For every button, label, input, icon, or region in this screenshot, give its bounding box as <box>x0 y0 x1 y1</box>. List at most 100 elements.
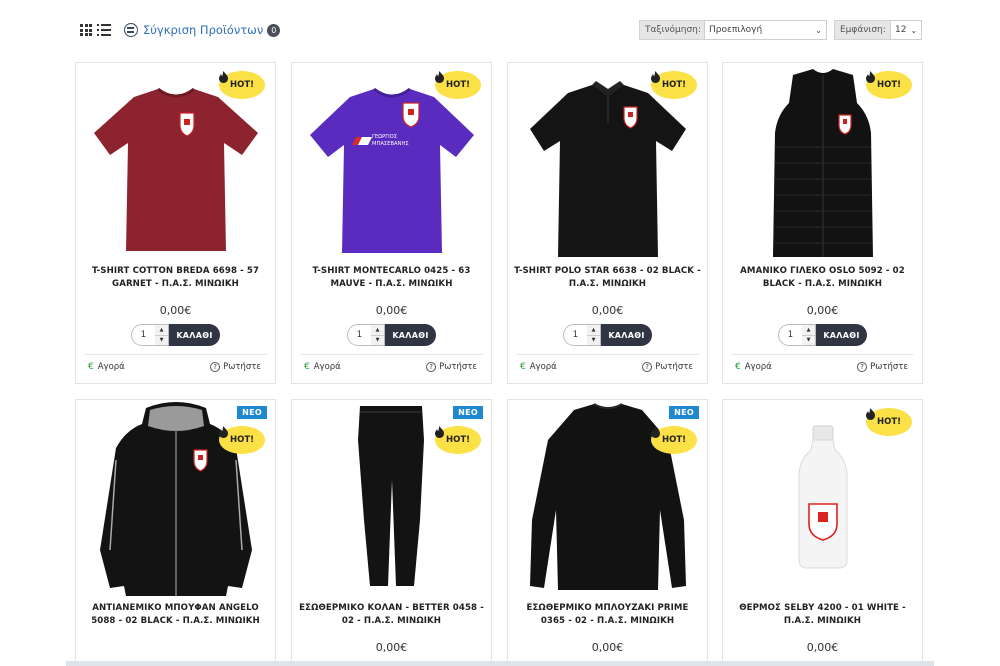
quantity-input[interactable]: 1 <box>778 324 802 346</box>
product-card: ΝΕΟ HOT! ΕΣΩΘΕΡΜΙΚΟ ΜΠΛΟΥΖΑΚΙ PRIME 0365… <box>507 399 708 666</box>
hot-label: HOT! <box>445 80 470 90</box>
ask-label: Ρωτήστε <box>870 361 908 372</box>
product-image[interactable]: HOT! <box>723 63 922 259</box>
increase-qty-button[interactable]: ▲ <box>587 325 600 335</box>
increase-qty-button[interactable]: ▲ <box>802 325 815 335</box>
product-price: 0,00€ <box>591 304 624 317</box>
add-to-cart-button[interactable]: ΚΑΛΑΘΙ <box>601 324 652 346</box>
buy-link[interactable]: € Αγορά <box>84 362 125 372</box>
product-image[interactable]: ΓΕΩΡΓΙΟΣ ΜΠΑΣΕΒΑΝΗΣ HOT! <box>292 63 491 259</box>
product-image[interactable]: ΝΕΟ HOT! <box>508 400 707 596</box>
quantity-input[interactable]: 1 <box>347 324 371 346</box>
product-title[interactable]: ΑΝΤΙΑΝΕΜΙΚΟ ΜΠΟΥΦΑΝ ANGELO 5088 - 02 BLA… <box>82 602 269 628</box>
sort-label: Ταξινόμηση: <box>639 20 704 40</box>
product-toolbar: Σύγκριση Προϊόντων 0 Ταξινόμηση: Προεπιλ… <box>76 18 924 42</box>
hot-label: HOT! <box>229 435 254 445</box>
list-view-icon[interactable] <box>97 24 111 36</box>
sort-control: Ταξινόμηση: Προεπιλογή ⌄ <box>639 20 827 40</box>
buy-link[interactable]: € Αγορά <box>731 362 772 372</box>
product-image[interactable]: ΝΕΟ HOT! <box>76 400 275 596</box>
new-badge: ΝΕΟ <box>453 406 483 419</box>
ask-label: Ρωτήστε <box>223 361 261 372</box>
question-icon: ? <box>426 361 437 372</box>
show-select[interactable]: 12 ⌄ <box>890 20 922 40</box>
product-image[interactable]: HOT! <box>76 63 275 259</box>
add-to-cart-row: 1 ▲ ▼ ΚΑΛΑΘΙ <box>131 324 220 346</box>
product-title[interactable]: ΕΣΩΘΕΡΜΙΚΟ ΜΠΛΟΥΖΑΚΙ PRIME 0365 - 02 - Π… <box>514 602 701 628</box>
decrease-qty-button[interactable]: ▼ <box>587 334 600 346</box>
sort-select[interactable]: Προεπιλογή ⌄ <box>704 20 827 40</box>
product-image[interactable]: HOT! <box>723 400 922 596</box>
product-title[interactable]: ΘΕΡΜΟΣ SELBY 4200 - 01 WHITE - Π.Α.Σ. ΜΙ… <box>729 602 916 628</box>
print-line-2: ΜΠΑΣΕΒΑΝΗΣ <box>372 141 409 147</box>
quantity-input[interactable]: 1 <box>131 324 155 346</box>
add-to-cart-row: 1 ▲ ▼ ΚΑΛΑΘΙ <box>563 324 652 346</box>
hot-badge: HOT! <box>651 71 697 99</box>
increase-qty-button[interactable]: ▲ <box>371 325 384 335</box>
product-card: ΝΕΟ HOT! ΑΝΤΙΑΝΕΜΙΚΟ ΜΠΟΥΦΑΝ ANGELO 5088… <box>75 399 276 666</box>
hot-badge: HOT! <box>219 426 265 454</box>
increase-qty-button[interactable]: ▲ <box>155 325 168 335</box>
add-to-cart-button[interactable]: ΚΑΛΑΘΙ <box>169 324 220 346</box>
question-icon: ? <box>857 361 868 372</box>
compare-products-link[interactable]: Σύγκριση Προϊόντων 0 <box>124 21 281 39</box>
buy-label: Αγορά <box>529 361 557 372</box>
decrease-qty-button[interactable]: ▼ <box>802 334 815 346</box>
buy-link[interactable]: € Αγορά <box>516 362 557 372</box>
product-price: 0,00€ <box>806 641 839 654</box>
hot-badge: HOT! <box>219 71 265 99</box>
card-footer: € Αγορά ? Ρωτήστε <box>300 354 483 378</box>
ask-label: Ρωτήστε <box>655 361 693 372</box>
add-to-cart-button[interactable]: ΚΑΛΑΘΙ <box>816 324 867 346</box>
quantity-input[interactable]: 1 <box>563 324 587 346</box>
product-card: HOT! T-SHIRT POLO STAR 6638 - 02 BLACK -… <box>507 62 708 384</box>
product-card: HOT! ΑΜΑΝΙΚΟ ΓΙΛΕΚΟ OSLO 5092 - 02 BLACK… <box>722 62 923 384</box>
add-to-cart-button[interactable]: ΚΑΛΑΘΙ <box>385 324 436 346</box>
grid-view-icon[interactable] <box>80 24 92 36</box>
hot-label: HOT! <box>445 435 470 445</box>
compare-icon <box>124 23 138 37</box>
product-price: 0,00€ <box>159 304 192 317</box>
product-title[interactable]: T-SHIRT MONTECARLO 0425 - 63 MAUVE - Π.Α… <box>298 265 485 291</box>
hot-badge: HOT! <box>435 71 481 99</box>
hot-label: HOT! <box>876 80 901 90</box>
quantity-stepper: ▲ ▼ <box>155 324 169 346</box>
decrease-qty-button[interactable]: ▼ <box>371 334 384 346</box>
product-card: HOT! T-SHIRT COTTON BREDA 6698 - 57 GARN… <box>75 62 276 384</box>
product-price: 0,00€ <box>375 641 408 654</box>
euro-icon: € <box>520 361 526 372</box>
ask-link[interactable]: ? Ρωτήστε <box>857 361 914 372</box>
product-title[interactable]: ΑΜΑΝΙΚΟ ΓΙΛΕΚΟ OSLO 5092 - 02 BLACK - Π.… <box>729 265 916 291</box>
add-to-cart-row: 1 ▲ ▼ ΚΑΛΑΘΙ <box>778 324 867 346</box>
hot-label: HOT! <box>876 417 901 427</box>
product-title[interactable]: T-SHIRT COTTON BREDA 6698 - 57 GARNET - … <box>82 265 269 291</box>
product-card: ΓΕΩΡΓΙΟΣ ΜΠΑΣΕΒΑΝΗΣ HOT! T-SHIRT MONTECA… <box>291 62 492 384</box>
buy-link[interactable]: € Αγορά <box>300 362 341 372</box>
flame-icon <box>435 71 444 83</box>
buy-label: Αγορά <box>313 361 341 372</box>
sort-value: Προεπιλογή <box>709 25 763 35</box>
euro-icon: € <box>88 361 94 372</box>
compare-label: Σύγκριση Προϊόντων <box>143 23 264 37</box>
horizontal-scrollbar[interactable] <box>66 661 934 666</box>
decrease-qty-button[interactable]: ▼ <box>155 334 168 346</box>
hot-badge: HOT! <box>866 71 912 99</box>
buy-label: Αγορά <box>97 361 125 372</box>
product-card: HOT! ΘΕΡΜΟΣ SELBY 4200 - 01 WHITE - Π.Α.… <box>722 399 923 666</box>
product-title[interactable]: T-SHIRT POLO STAR 6638 - 02 BLACK - Π.Α.… <box>514 265 701 291</box>
product-image[interactable]: HOT! <box>508 63 707 259</box>
ask-link[interactable]: ? Ρωτήστε <box>210 361 267 372</box>
euro-icon: € <box>304 361 310 372</box>
show-control: Εμφάνιση: 12 ⌄ <box>834 20 922 40</box>
product-title[interactable]: ΕΣΩΘΕΡΜΙΚΟ ΚΟΛΑΝ - BETTER 0458 - 02 - Π.… <box>298 602 485 628</box>
show-label: Εμφάνιση: <box>834 20 890 40</box>
quantity-stepper: ▲ ▼ <box>802 324 816 346</box>
hot-badge: HOT! <box>866 408 912 436</box>
card-footer: € Αγορά ? Ρωτήστε <box>84 354 267 378</box>
hot-badge: HOT! <box>651 426 697 454</box>
flame-icon <box>866 408 875 420</box>
product-image[interactable]: ΝΕΟ HOT! <box>292 400 491 596</box>
chevron-down-icon: ⌄ <box>815 25 822 35</box>
ask-link[interactable]: ? Ρωτήστε <box>642 361 699 372</box>
ask-link[interactable]: ? Ρωτήστε <box>426 361 483 372</box>
